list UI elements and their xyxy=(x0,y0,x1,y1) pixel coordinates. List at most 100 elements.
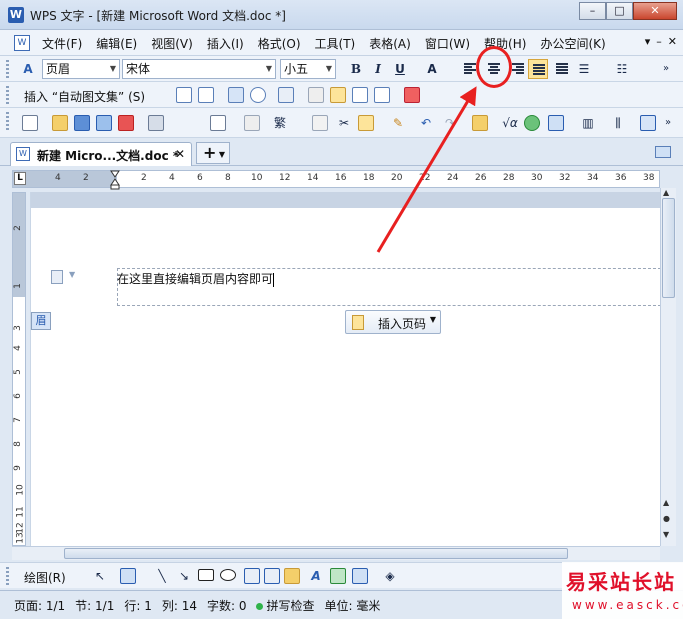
paste-icon[interactable] xyxy=(358,115,374,131)
new-document-icon[interactable] xyxy=(22,115,38,131)
hyperlink-icon[interactable] xyxy=(524,115,540,131)
doc-close-button[interactable]: ✕ xyxy=(668,35,677,48)
status-spell-check[interactable]: 拼写检查 xyxy=(256,597,315,614)
menu-office-space[interactable]: 办公空间(K) xyxy=(540,35,605,52)
toolbar-grip[interactable] xyxy=(6,86,9,104)
vertical-ruler[interactable]: 2 1 3 4 5 6 7 8 9 10 11 12 13 xyxy=(12,192,26,546)
insert-page-number-button[interactable]: 插入页码 ▼ xyxy=(345,310,441,334)
insert-table-icon[interactable] xyxy=(472,115,488,131)
toolbar-grip[interactable] xyxy=(6,567,9,585)
select-pointer-button[interactable]: ↖ xyxy=(90,566,110,586)
menu-view[interactable]: 视图(V) xyxy=(151,35,193,52)
next-page-icon[interactable]: ▼ xyxy=(663,530,669,539)
tab-stop-selector[interactable]: L xyxy=(14,172,26,185)
wordart-button[interactable]: A xyxy=(306,566,326,586)
online-template-icon[interactable] xyxy=(640,115,656,131)
font-select[interactable]: 宋体 ▼ xyxy=(122,59,276,79)
close-header-footer-icon[interactable] xyxy=(404,87,420,103)
style-select[interactable]: 页眉 ▼ xyxy=(42,59,120,79)
menu-window[interactable]: 窗口(W) xyxy=(425,35,470,52)
insert-picture-icon[interactable] xyxy=(330,568,346,584)
header-text[interactable]: 在这里直接编辑页眉内容即可 xyxy=(117,270,275,287)
justify-button[interactable] xyxy=(528,59,548,79)
document-icon[interactable]: W xyxy=(14,35,30,51)
traditional-chinese-button[interactable]: 繁 xyxy=(270,113,290,133)
underline-button[interactable]: U xyxy=(390,59,410,79)
style-icon[interactable]: A xyxy=(18,59,38,79)
print-icon[interactable] xyxy=(148,115,164,131)
copy-icon[interactable] xyxy=(312,115,328,131)
switch-header-footer-icon[interactable] xyxy=(330,87,346,103)
insert-pages-icon[interactable] xyxy=(198,87,214,103)
font-color-button[interactable]: A xyxy=(422,59,442,79)
insert-time-icon[interactable] xyxy=(250,87,266,103)
maximize-button[interactable]: □ xyxy=(606,2,633,20)
formula-button[interactable]: √α xyxy=(500,113,520,133)
document-page[interactable]: ▼ 在这里直接编辑页眉内容即可 眉 插入页码 ▼ xyxy=(30,192,661,546)
scrollbar-thumb[interactable] xyxy=(662,198,675,298)
text-direction-button[interactable]: ⫼ xyxy=(608,113,628,133)
numbering-button[interactable]: ☷ xyxy=(612,59,632,79)
columns-button[interactable]: ▥ xyxy=(578,113,598,133)
insert-date-icon[interactable] xyxy=(228,87,244,103)
menu-tools[interactable]: 工具(T) xyxy=(315,35,356,52)
toolbar-overflow-icon[interactable]: » xyxy=(656,59,676,79)
toolbar-overflow-icon[interactable]: » xyxy=(658,113,678,133)
minimize-button[interactable]: – xyxy=(579,2,606,20)
insert-image-file-icon[interactable] xyxy=(352,568,368,584)
ellipse-icon[interactable] xyxy=(220,569,236,581)
document-tab[interactable]: W 新建 Micro...文档.doc * ✕ xyxy=(10,142,192,166)
select-browse-object-icon[interactable]: ● xyxy=(663,514,670,523)
open-folder-icon[interactable] xyxy=(52,115,68,131)
save-icon[interactable] xyxy=(74,115,90,131)
close-tab-icon[interactable]: ✕ xyxy=(175,147,185,161)
new-tab-button[interactable]: + ▼ xyxy=(196,142,230,164)
show-previous-icon[interactable] xyxy=(352,87,368,103)
doc-restore-button[interactable]: – xyxy=(656,35,662,48)
undo-button[interactable]: ↶ xyxy=(416,113,436,133)
cut-button[interactable]: ✂ xyxy=(334,113,354,133)
drawing-menu-button[interactable]: 绘图(R) xyxy=(24,569,66,586)
same-as-previous-icon[interactable] xyxy=(308,87,324,103)
arrow-button[interactable]: ↘ xyxy=(174,566,194,586)
format-painter-button[interactable]: ✎ xyxy=(388,113,408,133)
autoshapes-icon[interactable] xyxy=(120,568,136,584)
header-options-icon[interactable] xyxy=(51,270,63,284)
insert-autotext-button[interactable]: 插入 “自动图文集” (S) xyxy=(24,88,145,105)
menu-format[interactable]: 格式(O) xyxy=(258,35,301,52)
indent-marker-icon[interactable] xyxy=(110,170,120,190)
distributed-align-button[interactable] xyxy=(552,59,572,79)
italic-button[interactable]: I xyxy=(368,59,388,79)
redo-button[interactable]: ↷ xyxy=(440,113,460,133)
horizontal-scrollbar[interactable] xyxy=(12,546,660,560)
toolbar-grip[interactable] xyxy=(6,60,9,78)
page-setup-icon[interactable] xyxy=(278,87,294,103)
line-spacing-button[interactable]: ☰ xyxy=(574,59,594,79)
scroll-up-icon[interactable]: ▲ xyxy=(663,188,669,197)
menu-file[interactable]: 文件(F) xyxy=(42,35,82,52)
doc-dropdown-button[interactable]: ▾ xyxy=(645,35,651,48)
toolbar-grip[interactable] xyxy=(6,112,9,130)
status-unit[interactable]: 单位: 毫米 xyxy=(325,597,381,614)
menu-edit[interactable]: 编辑(E) xyxy=(96,35,137,52)
rectangle-icon[interactable] xyxy=(198,569,214,581)
previous-page-icon[interactable]: ▲ xyxy=(663,498,669,507)
line-button[interactable]: ╲ xyxy=(152,566,172,586)
export-pdf-icon[interactable] xyxy=(118,115,134,131)
show-next-icon[interactable] xyxy=(374,87,390,103)
table-icon[interactable] xyxy=(548,115,564,131)
fill-color-button[interactable]: ◈ xyxy=(380,566,400,586)
print-preview-icon[interactable] xyxy=(210,115,226,131)
font-size-select[interactable]: 小五 ▼ xyxy=(280,59,336,79)
insert-page-number-icon[interactable] xyxy=(176,87,192,103)
clip-art-icon[interactable] xyxy=(284,568,300,584)
menu-insert[interactable]: 插入(I) xyxy=(207,35,244,52)
window-layout-icon[interactable] xyxy=(655,146,671,158)
bold-button[interactable]: B xyxy=(346,59,366,79)
chevron-down-icon[interactable]: ▼ xyxy=(69,270,75,279)
save-as-icon[interactable] xyxy=(96,115,112,131)
menu-table[interactable]: 表格(A) xyxy=(369,35,411,52)
close-button[interactable]: ✕ xyxy=(633,2,677,20)
scrollbar-thumb[interactable] xyxy=(64,548,568,559)
status-word-count[interactable]: 字数: 0 xyxy=(207,597,247,614)
